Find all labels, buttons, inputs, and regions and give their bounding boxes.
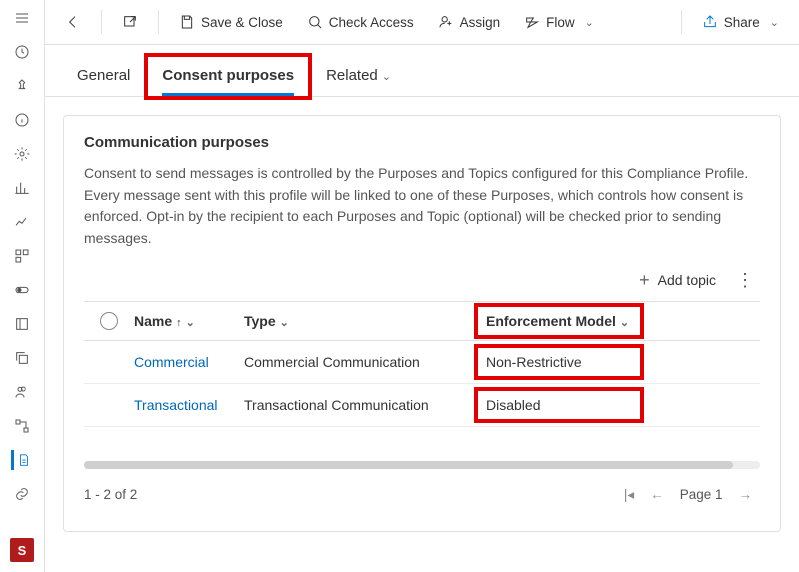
tab-consent-purposes[interactable]: Consent purposes [148, 57, 308, 96]
chevron-down-icon: ⌄ [186, 317, 195, 329]
chevron-down-icon: ⌄ [382, 71, 391, 83]
row-enforcement: Non-Restrictive [474, 344, 644, 380]
people-icon[interactable] [12, 382, 32, 402]
copy-icon[interactable] [12, 348, 32, 368]
row-name-link[interactable]: Commercial [134, 354, 244, 370]
content: Communication purposes Consent to send m… [45, 97, 799, 572]
gear-icon[interactable] [12, 144, 32, 164]
row-enforcement: Disabled [474, 387, 644, 423]
pager-next-button[interactable]: → [731, 483, 761, 506]
card-title: Communication purposes [84, 134, 760, 151]
grid-header: Name↑⌄ Type⌄ Enforcement Model⌄ [84, 301, 760, 341]
sort-asc-icon: ↑ [176, 317, 182, 329]
menu-icon[interactable] [12, 8, 32, 28]
col-name-header[interactable]: Name↑⌄ [134, 313, 244, 329]
flow-icon[interactable] [12, 416, 32, 436]
add-topic-label: Add topic [658, 272, 716, 288]
box-icon[interactable] [12, 314, 32, 334]
table-row[interactable]: Transactional Transactional Communicatio… [84, 384, 760, 427]
plus-icon: + [639, 270, 650, 291]
check-label: Check Access [329, 15, 414, 30]
col-type-header[interactable]: Type⌄ [244, 313, 474, 329]
chevron-down-icon: ⌄ [585, 16, 594, 29]
chevron-down-icon: ⌄ [280, 317, 289, 329]
chart-bar-icon[interactable] [12, 178, 32, 198]
pager: 1 - 2 of 2 |◂ ← Page 1 → [84, 483, 760, 507]
clock-icon[interactable] [12, 42, 32, 62]
flow-label: Flow [546, 15, 575, 30]
toolbar: Save & Close Check Access Assign Flow ⌄ S… [45, 0, 799, 45]
main-area: Save & Close Check Access Assign Flow ⌄ S… [45, 0, 799, 572]
chevron-down-icon: ⌄ [620, 317, 629, 329]
row-name-link[interactable]: Transactional [134, 397, 244, 413]
chart-line-icon[interactable] [12, 212, 32, 232]
chevron-down-icon: ⌄ [770, 16, 779, 29]
toggle-icon[interactable] [12, 280, 32, 300]
document-icon[interactable] [11, 450, 31, 470]
link-icon[interactable] [12, 484, 32, 504]
col-enforcement-header[interactable]: Enforcement Model⌄ [474, 303, 644, 339]
save-label: Save & Close [201, 15, 283, 30]
table-row[interactable]: Commercial Commercial Communication Non-… [84, 341, 760, 384]
check-access-button[interactable]: Check Access [299, 8, 422, 36]
highlight-tab: Consent purposes [144, 53, 312, 100]
pin-icon[interactable] [12, 76, 32, 96]
purposes-grid: Name↑⌄ Type⌄ Enforcement Model⌄ Commerci… [84, 301, 760, 427]
flow-button[interactable]: Flow ⌄ [516, 8, 602, 36]
share-button[interactable]: Share ⌄ [694, 8, 787, 36]
pager-prev-button[interactable]: ← [642, 483, 672, 506]
avatar[interactable]: S [10, 538, 34, 562]
grid-icon[interactable] [12, 246, 32, 266]
tab-related[interactable]: Related ⌄ [312, 57, 405, 96]
communication-purposes-card: Communication purposes Consent to send m… [63, 115, 781, 532]
assign-button[interactable]: Assign [430, 8, 509, 36]
save-close-button[interactable]: Save & Close [171, 8, 291, 36]
back-button[interactable] [57, 8, 89, 36]
select-all-checkbox[interactable] [100, 312, 118, 330]
row-type: Commercial Communication [244, 354, 474, 370]
horizontal-scrollbar[interactable] [84, 461, 760, 469]
assign-label: Assign [460, 15, 501, 30]
pager-status: 1 - 2 of 2 [84, 487, 137, 502]
add-topic-button[interactable]: + Add topic [639, 270, 716, 291]
tab-related-label: Related [326, 67, 378, 84]
share-label: Share [724, 15, 760, 30]
tab-general[interactable]: General [63, 57, 144, 96]
nav-rail: S [0, 0, 45, 572]
more-options-button[interactable]: ⋮ [730, 270, 760, 291]
pager-page: Page 1 [680, 487, 723, 502]
info-icon[interactable] [12, 110, 32, 130]
row-type: Transactional Communication [244, 397, 474, 413]
open-new-button[interactable] [114, 8, 146, 36]
tabs: General Consent purposes Related ⌄ [45, 45, 799, 97]
pager-first-button[interactable]: |◂ [616, 483, 642, 507]
card-description: Consent to send messages is controlled b… [84, 163, 760, 250]
